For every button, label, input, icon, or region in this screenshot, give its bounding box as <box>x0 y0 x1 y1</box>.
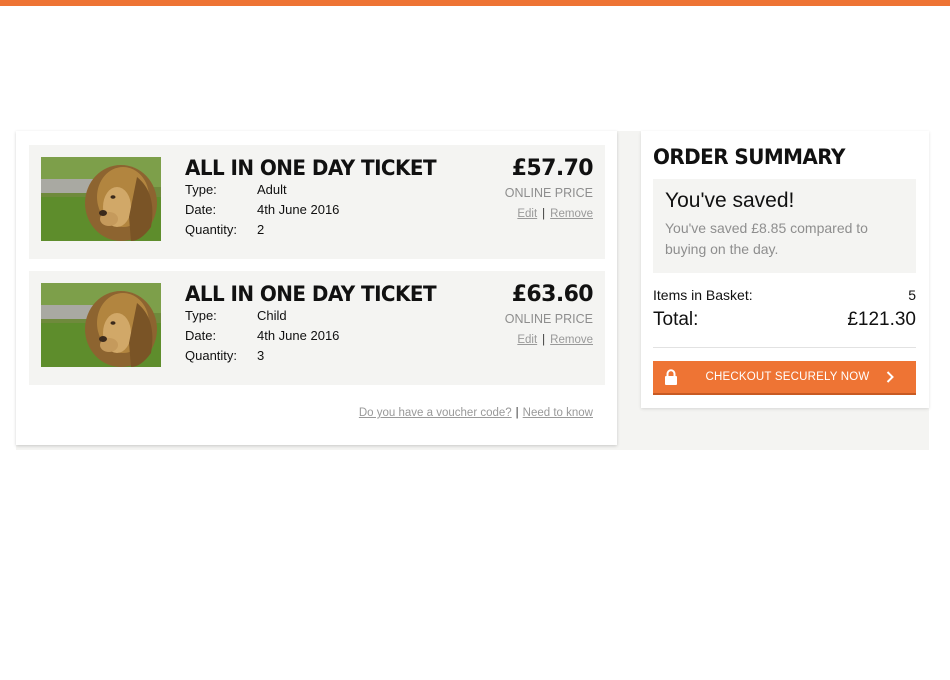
date-label: Date: <box>185 328 217 343</box>
type-label: Type: <box>185 182 217 197</box>
total-label: Total: <box>653 309 699 330</box>
separator: | <box>542 208 546 220</box>
quantity-label: Quantity: <box>185 222 238 237</box>
edit-link[interactable]: Edit <box>517 208 537 220</box>
date-value: 4th June 2016 <box>257 328 340 343</box>
item-price: £57.70 <box>511 156 594 181</box>
lion-photo <box>41 157 161 241</box>
remove-link[interactable]: Remove <box>550 334 593 346</box>
date-label: Date: <box>185 202 217 217</box>
quantity-label: Quantity: <box>185 348 238 363</box>
total-amount: £121.30 <box>847 309 916 330</box>
savings-text: You've saved £8.85 compared to buying on… <box>665 220 868 257</box>
need-to-know-link[interactable]: Need to know <box>523 407 593 419</box>
item-actions: Edit | Remove <box>517 208 593 220</box>
date-value: 4th June 2016 <box>257 202 340 217</box>
edit-link[interactable]: Edit <box>517 334 537 346</box>
savings-box: You've saved! You've saved £8.85 compare… <box>653 179 916 273</box>
top-accent-bar <box>0 0 950 6</box>
online-price-label: ONLINE PRICE <box>504 186 593 200</box>
basket-item: ALL IN ONE DAY TICKET Type: Adult Date: … <box>29 145 605 259</box>
items-in-basket-count: 5 <box>908 287 916 303</box>
total-row: Total: £121.30 <box>653 309 916 331</box>
type-value: Child <box>257 308 287 323</box>
checkout-button-label: CHECKOUT SECURELY NOW <box>705 371 870 383</box>
voucher-code-link[interactable]: Do you have a voucher code? <box>359 407 512 419</box>
lion-photo <box>41 283 161 367</box>
type-label: Type: <box>185 308 217 323</box>
divider <box>653 347 916 348</box>
basket-item: ALL IN ONE DAY TICKET Type: Child Date: … <box>29 271 605 385</box>
checkout-button[interactable]: CHECKOUT SECURELY NOW <box>653 361 916 395</box>
items-in-basket-row: Items in Basket: 5 <box>653 287 916 303</box>
items-in-basket-label: Items in Basket: <box>653 287 753 303</box>
item-price: £63.60 <box>511 282 594 307</box>
item-title: ALL IN ONE DAY TICKET <box>185 282 437 306</box>
separator: | <box>542 334 546 346</box>
online-price-label: ONLINE PRICE <box>504 312 593 326</box>
type-value: Adult <box>257 182 287 197</box>
chevron-right-icon <box>886 371 894 383</box>
savings-heading: You've saved! <box>665 189 795 212</box>
basket-panel: ALL IN ONE DAY TICKET Type: Adult Date: … <box>16 131 617 445</box>
quantity-value: 3 <box>257 348 265 363</box>
item-actions: Edit | Remove <box>517 334 593 346</box>
quantity-value: 2 <box>257 222 265 237</box>
order-summary-panel: ORDER SUMMARY You've saved! You've saved… <box>641 131 929 408</box>
order-summary-title: ORDER SUMMARY <box>653 145 845 169</box>
separator: | <box>515 407 519 419</box>
basket-footer-links: Do you have a voucher code? | Need to know <box>359 407 593 419</box>
remove-link[interactable]: Remove <box>550 208 593 220</box>
item-title: ALL IN ONE DAY TICKET <box>185 156 437 180</box>
